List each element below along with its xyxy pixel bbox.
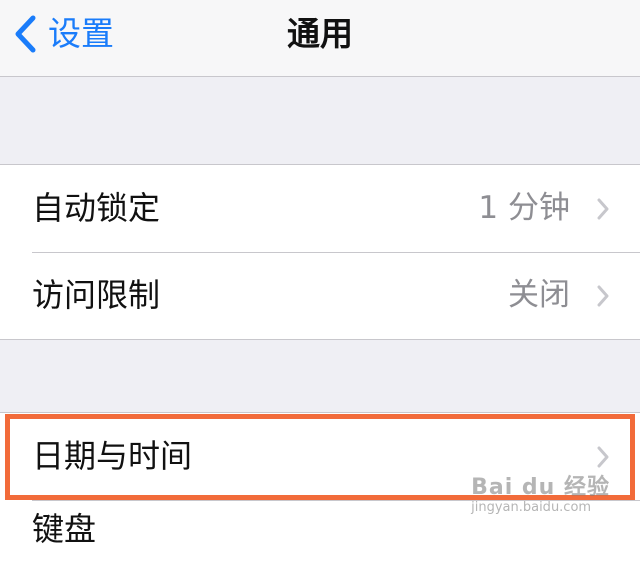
chevron-right-icon (597, 198, 609, 220)
row-auto-lock[interactable]: 自动锁定 1 分钟 (0, 165, 640, 252)
chevron-right-icon (597, 446, 609, 468)
row-value: 1 分钟 (478, 190, 570, 226)
settings-group-lock: 自动锁定 1 分钟 访问限制 关闭 (0, 164, 640, 340)
watermark-url: jingyan.baidu.com (471, 500, 592, 515)
page-title: 通用 (287, 14, 353, 53)
row-label: 访问限制 (32, 276, 161, 314)
watermark-logo: Bai du 经验 (471, 475, 610, 500)
row-label: 自动锁定 (32, 189, 161, 227)
row-value: 关闭 (508, 277, 570, 313)
watermark: Bai du 经验 jingyan.baidu.com (471, 475, 610, 518)
chevron-right-icon (597, 285, 609, 307)
row-label: 键盘 (32, 510, 97, 548)
row-restrictions[interactable]: 访问限制 关闭 (0, 252, 640, 339)
navigation-bar: 设置 通用 (0, 0, 640, 77)
